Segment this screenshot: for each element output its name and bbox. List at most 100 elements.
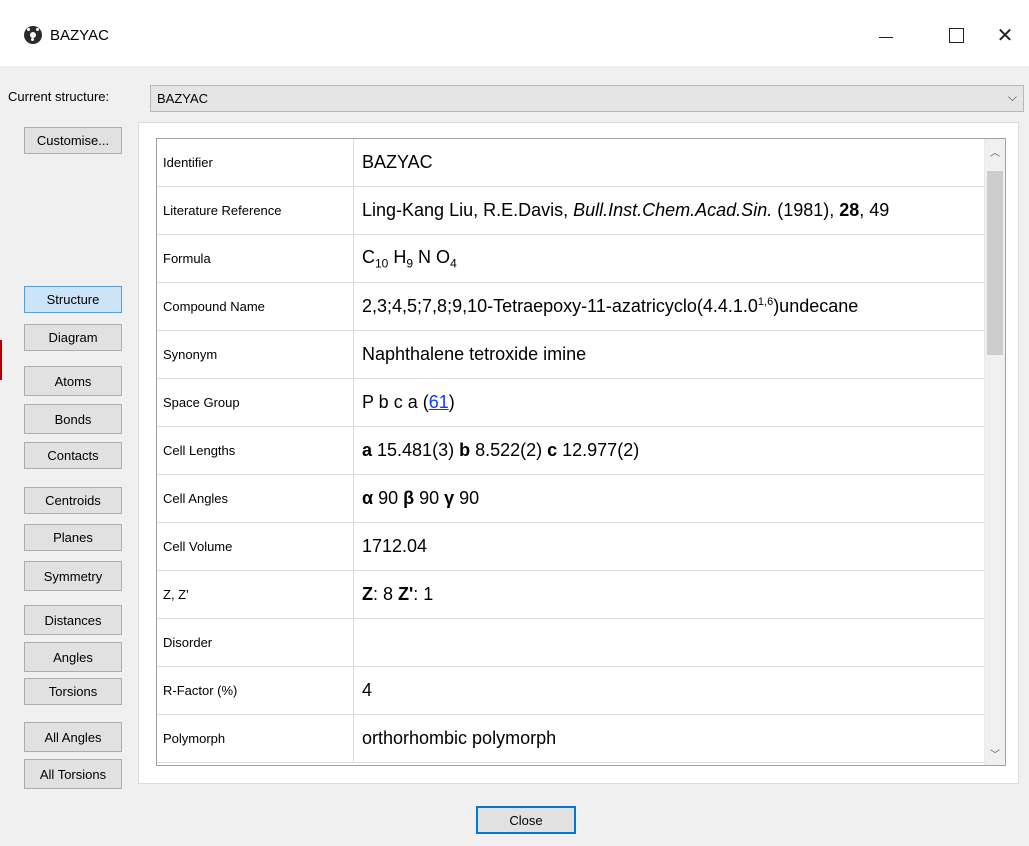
literature-label: Literature Reference [157, 186, 354, 235]
z-value: Z: 8 Z': 1 [353, 570, 985, 619]
close-icon: ✕ [996, 24, 1014, 47]
cell-c-label: c [547, 440, 558, 460]
cell-beta-value: 90 [414, 488, 445, 508]
disorder-value [353, 618, 985, 667]
table-row: Compound Name 2,3;4,5;7,8;9,10-Tetraepox… [157, 282, 985, 331]
cell-angles-label: Cell Angles [157, 474, 354, 523]
cell-c-value: 12.977(2) [557, 440, 640, 460]
space-group-label: Space Group [157, 378, 354, 427]
table-row: Cell Angles α 90 β 90 γ 90 [157, 474, 985, 523]
molecule-icon [24, 26, 42, 44]
table-row: Formula C10 H9 N O4 [157, 234, 985, 283]
formula-c: C [362, 246, 375, 267]
bonds-button[interactable]: Bonds [24, 404, 122, 434]
table-row: R-Factor (%) 4 [157, 666, 985, 715]
formula-label: Formula [157, 234, 354, 283]
table-row: Identifier BAZYAC [157, 139, 985, 187]
window-title: BAZYAC [50, 27, 109, 44]
cell-volume-value: 1712.04 [353, 522, 985, 571]
atoms-button[interactable]: Atoms [24, 366, 122, 396]
table-row: Cell Volume 1712.04 [157, 522, 985, 571]
customise-button[interactable]: Customise... [24, 127, 122, 154]
space-group-value: P b c a (61) [353, 378, 985, 427]
planes-button[interactable]: Planes [24, 524, 122, 551]
minimize-button[interactable] [866, 20, 906, 50]
disorder-label: Disorder [157, 618, 354, 667]
close-button[interactable]: Close [476, 806, 576, 834]
cell-angles-value: α 90 β 90 γ 90 [353, 474, 985, 523]
identifier-value: BAZYAC [353, 139, 985, 187]
z-symbol: Z [362, 584, 373, 604]
all-angles-button[interactable]: All Angles [24, 722, 122, 752]
table-row: Disorder [157, 618, 985, 667]
contacts-button[interactable]: Contacts [24, 442, 122, 469]
literature-volume: 28 [839, 200, 860, 220]
minimize-icon [879, 36, 893, 38]
cell-gamma-value: 90 [454, 488, 480, 508]
maximize-icon [948, 27, 964, 43]
cell-a-value: 15.481(3) [372, 440, 460, 460]
literature-value: Ling-Kang Liu, R.E.Davis, Bull.Inst.Chem… [353, 186, 985, 235]
compound-label: Compound Name [157, 282, 354, 331]
symmetry-button[interactable]: Symmetry [24, 561, 122, 591]
chevron-down-icon: ⌵ [1007, 90, 1017, 104]
angles-button[interactable]: Angles [24, 642, 122, 672]
zprime-number: : 1 [413, 584, 434, 604]
torsions-button[interactable]: Torsions [24, 678, 122, 705]
table-row: Space Group P b c a (61) [157, 378, 985, 427]
identifier-label: Identifier [157, 139, 354, 187]
literature-year: (1981), [772, 200, 840, 220]
structure-info-table: Identifier BAZYAC Literature Reference L… [156, 138, 1006, 766]
formula-h: H [388, 246, 407, 267]
cell-volume-label: Cell Volume [157, 522, 354, 571]
z-number: : 8 [373, 584, 399, 604]
window-edge-decoration [0, 340, 2, 380]
scrollbar-thumb[interactable] [987, 171, 1003, 355]
vertical-scrollbar[interactable]: ︿ ﹀ [984, 139, 1005, 765]
diagram-button[interactable]: Diagram [24, 324, 122, 351]
space-group-close-paren: ) [448, 392, 455, 412]
polymorph-label: Polymorph [157, 714, 354, 763]
synonym-value: Naphthalene tetroxide imine [353, 330, 985, 379]
all-torsions-button[interactable]: All Torsions [24, 759, 122, 789]
r-factor-label: R-Factor (%) [157, 666, 354, 715]
cell-alpha-label: α [362, 488, 374, 508]
literature-page: , 49 [859, 200, 890, 220]
title-bar: BAZYAC ✕ [0, 0, 1029, 66]
cell-beta-label: β [403, 488, 415, 508]
compound-value: 2,3;4,5;7,8;9,10-Tetraepoxy-11-azatricyc… [353, 282, 985, 331]
centroids-button[interactable]: Centroids [24, 487, 122, 514]
space-group-symbol: P b c a ( [362, 392, 429, 412]
space-group-link[interactable]: 61 [429, 392, 449, 412]
formula-n: N [413, 246, 432, 267]
cell-lengths-value: a 15.481(3) b 8.522(2) c 12.977(2) [353, 426, 985, 475]
z-label: Z, Z' [157, 570, 354, 619]
cell-gamma-label: γ [444, 488, 455, 508]
compound-name-sup: 1,6 [757, 296, 774, 308]
structure-button[interactable]: Structure [24, 286, 122, 313]
polymorph-value: orthorhombic polymorph [353, 714, 985, 763]
table-row: Cell Lengths a 15.481(3) b 8.522(2) c 12… [157, 426, 985, 475]
formula-o: O [431, 246, 451, 267]
scroll-down-icon[interactable]: ﹀ [985, 743, 1005, 763]
distances-button[interactable]: Distances [24, 605, 122, 635]
cell-alpha-value: 90 [373, 488, 404, 508]
current-structure-select[interactable]: BAZYAC ⌵ [150, 85, 1024, 112]
cell-b-label: b [459, 440, 471, 460]
table-row: Literature Reference Ling-Kang Liu, R.E.… [157, 186, 985, 235]
scroll-up-icon[interactable]: ︿ [985, 141, 1005, 161]
table-row: Synonym Naphthalene tetroxide imine [157, 330, 985, 379]
zprime-symbol: Z' [398, 584, 414, 604]
close-window-button[interactable]: ✕ [985, 20, 1025, 50]
table-row: Polymorph orthorhombic polymorph [157, 714, 985, 763]
current-structure-value: BAZYAC [157, 91, 209, 106]
current-structure-label: Current structure: [8, 89, 110, 104]
formula-o-count: 4 [450, 256, 457, 271]
cell-b-value: 8.522(2) [470, 440, 548, 460]
maximize-button[interactable] [936, 20, 976, 50]
compound-name-end: )undecane [773, 296, 859, 316]
r-factor-value: 4 [353, 666, 985, 715]
cell-lengths-label: Cell Lengths [157, 426, 354, 475]
formula-value: C10 H9 N O4 [353, 234, 985, 283]
formula-c-count: 10 [375, 256, 389, 271]
